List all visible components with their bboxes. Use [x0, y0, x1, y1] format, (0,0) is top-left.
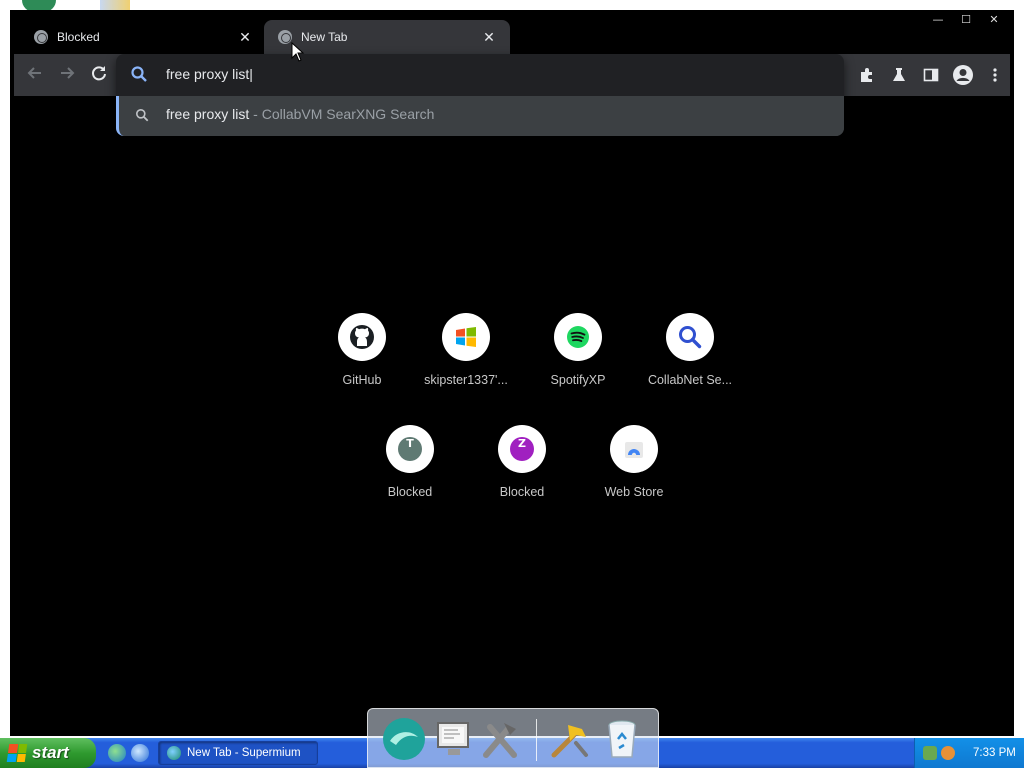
side-panel-button[interactable]	[920, 63, 942, 87]
maximize-button[interactable]: ☐	[952, 12, 980, 28]
shortcut-label: Blocked	[499, 485, 545, 499]
profile-button[interactable]	[952, 63, 974, 87]
search-icon	[136, 109, 149, 122]
dock-recycle-bin-icon[interactable]	[598, 715, 646, 763]
network-icon[interactable]	[923, 746, 937, 760]
dock-browser-icon[interactable]	[380, 715, 428, 763]
globe-icon	[34, 30, 48, 44]
mouse-cursor-icon	[291, 42, 305, 62]
start-button[interactable]: start	[0, 738, 96, 768]
toolbar-actions	[856, 63, 1006, 87]
globe-icon	[278, 30, 292, 44]
reload-button[interactable]	[88, 64, 110, 86]
minimize-button[interactable]: —	[924, 12, 952, 28]
suggestion-text: free proxy list - CollabVM SearXNG Searc…	[166, 106, 434, 122]
search-icon	[666, 313, 714, 361]
forward-button[interactable]	[56, 64, 78, 86]
menu-button[interactable]	[984, 63, 1006, 87]
address-input[interactable]: free proxy list	[166, 66, 253, 82]
windows-flag-icon	[6, 744, 28, 762]
suggestion-description: CollabVM SearXNG Search	[261, 106, 435, 122]
flask-icon	[893, 68, 905, 81]
search-tray-icon[interactable]	[941, 746, 955, 760]
system-tray: 7:33 PM	[914, 738, 1024, 768]
suggestion-query: free proxy list	[166, 106, 250, 122]
shortcut-label: GitHub	[342, 373, 382, 387]
dock	[367, 708, 659, 768]
start-label: start	[32, 743, 69, 762]
side-panel-icon	[923, 68, 939, 82]
shortcut-label: CollabNet Se...	[647, 373, 733, 387]
web-store-icon	[610, 425, 658, 473]
avatar-icon	[953, 65, 973, 85]
letter-t-icon: T	[386, 425, 434, 473]
quick-launch-ie-icon[interactable]	[131, 744, 149, 762]
omnibox-dropdown: free proxy list free proxy list - Collab…	[116, 54, 844, 136]
suggestion-separator: -	[249, 106, 262, 122]
shortcut-label: skipster1337'...	[424, 373, 508, 387]
letter-z-icon: Z	[498, 425, 546, 473]
tab-blocked[interactable]: Blocked ✕	[20, 20, 266, 54]
extensions-button[interactable]	[856, 63, 878, 87]
supermium-icon	[167, 746, 181, 760]
title-bar: Blocked ✕ New Tab ✕ — ☐ ✕	[10, 10, 1014, 54]
windows-logo-icon	[442, 313, 490, 361]
browser-window: Blocked ✕ New Tab ✕ — ☐ ✕ free proxy lis…	[10, 10, 1014, 736]
shortcut-blocked-z[interactable]: Z Blocked	[466, 422, 578, 522]
quick-launch-browser-icon[interactable]	[108, 744, 126, 762]
dock-separator	[536, 719, 537, 761]
suggestion-item[interactable]: free proxy list - CollabVM SearXNG Searc…	[116, 96, 844, 136]
clock: 7:33 PM	[973, 747, 1016, 759]
tab-close-icon[interactable]: ✕	[238, 29, 252, 46]
tab-label: Blocked	[57, 30, 100, 44]
shortcut-skipster[interactable]: skipster1337'...	[410, 310, 522, 410]
svg-text:Z: Z	[518, 437, 526, 450]
shortcut-blocked-t[interactable]: T Blocked	[354, 422, 466, 522]
dock-utilities-icon[interactable]	[476, 715, 524, 763]
shortcut-spotifyxp[interactable]: SpotifyXP	[522, 310, 634, 410]
shortcut-collabnet-search[interactable]: CollabNet Se...	[634, 310, 746, 410]
reload-icon	[92, 66, 106, 81]
tab-label: New Tab	[301, 30, 348, 44]
labs-button[interactable]	[888, 63, 910, 87]
svg-text:T: T	[406, 437, 414, 450]
shortcut-label: SpotifyXP	[550, 373, 606, 387]
search-icon	[131, 66, 147, 82]
kebab-menu-icon	[993, 68, 997, 82]
shortcut-label: Web Store	[604, 485, 664, 499]
dock-monitor-icon[interactable]	[430, 715, 478, 763]
spotify-icon	[554, 313, 602, 361]
desktop-icon[interactable]	[100, 0, 130, 10]
close-window-button[interactable]: ✕	[980, 12, 1008, 28]
dock-tools-icon[interactable]	[546, 715, 594, 763]
arrow-left-icon	[27, 67, 41, 79]
github-icon	[338, 313, 386, 361]
taskbar-window-button[interactable]: New Tab - Supermium	[158, 741, 318, 765]
address-bar[interactable]: free proxy list	[116, 54, 844, 96]
puzzle-icon	[861, 68, 872, 82]
window-controls: — ☐ ✕	[924, 12, 1008, 28]
taskbar-window-label: New Tab - Supermium	[187, 747, 301, 759]
back-button[interactable]	[24, 64, 46, 86]
shortcut-web-store[interactable]: Web Store	[578, 422, 690, 522]
tab-close-icon[interactable]: ✕	[482, 29, 496, 46]
shortcut-label: Blocked	[387, 485, 433, 499]
arrow-right-icon	[61, 67, 75, 79]
shortcut-github[interactable]: GitHub	[306, 310, 418, 410]
